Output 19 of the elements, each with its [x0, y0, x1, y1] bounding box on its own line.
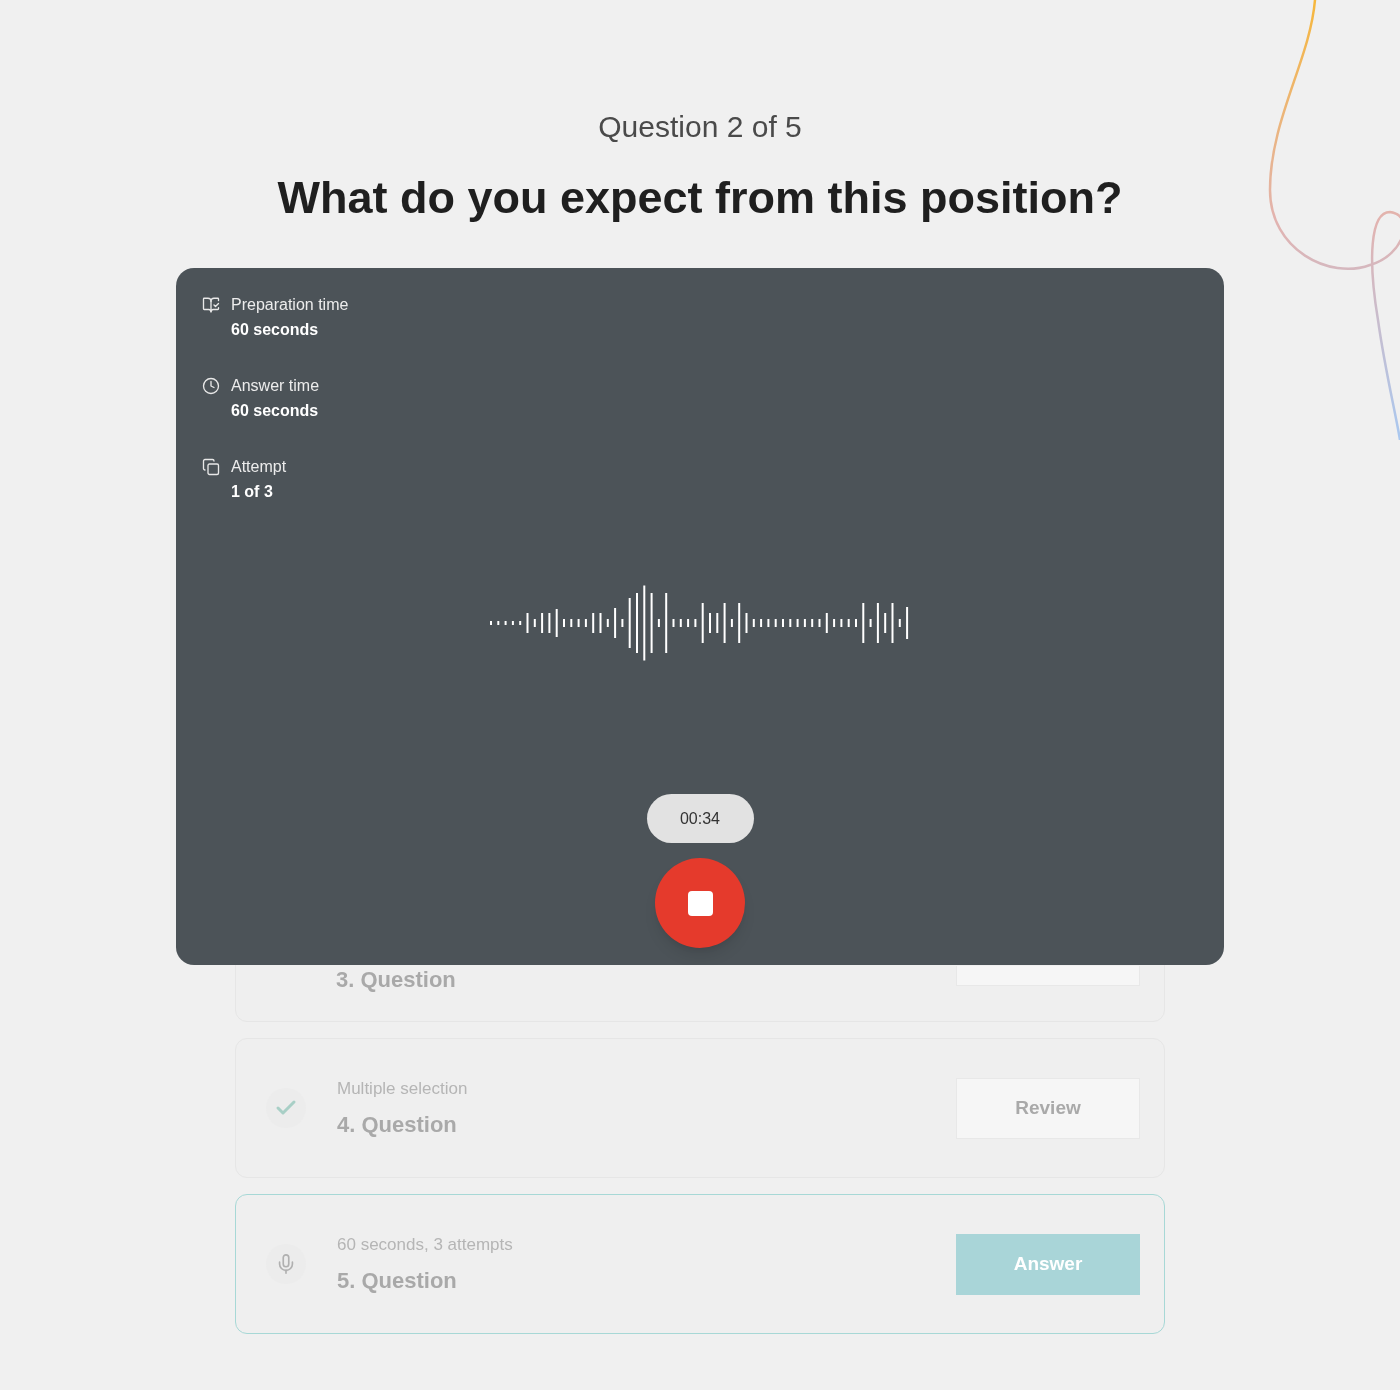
- answer-button[interactable]: Answer: [956, 1233, 1140, 1295]
- info-value: 60 seconds: [231, 320, 320, 340]
- info-label: Answer time: [231, 376, 320, 396]
- question-title: 4. Question: [337, 1112, 458, 1138]
- question-subtitle: Multiple selection: [337, 1078, 469, 1100]
- book-icon: [202, 296, 220, 314]
- info-value: 1 of 3: [231, 482, 274, 502]
- stop-icon: [687, 890, 713, 916]
- info-value: 60 seconds: [231, 401, 320, 421]
- question-title: 5. Question: [337, 1268, 458, 1294]
- question-heading: What do you expect from this position?: [277, 171, 1123, 225]
- question-title: 3. Question: [336, 967, 456, 993]
- clock-icon: [202, 377, 220, 395]
- review-button[interactable]: Review: [956, 1077, 1140, 1139]
- info-label: Preparation time: [231, 295, 349, 315]
- timer-badge: 00:34: [646, 794, 754, 843]
- info-label: Attempt: [231, 457, 287, 477]
- question-subtitle: 60 seconds, 3 attempts: [337, 1234, 514, 1256]
- copy-icon: [202, 458, 220, 476]
